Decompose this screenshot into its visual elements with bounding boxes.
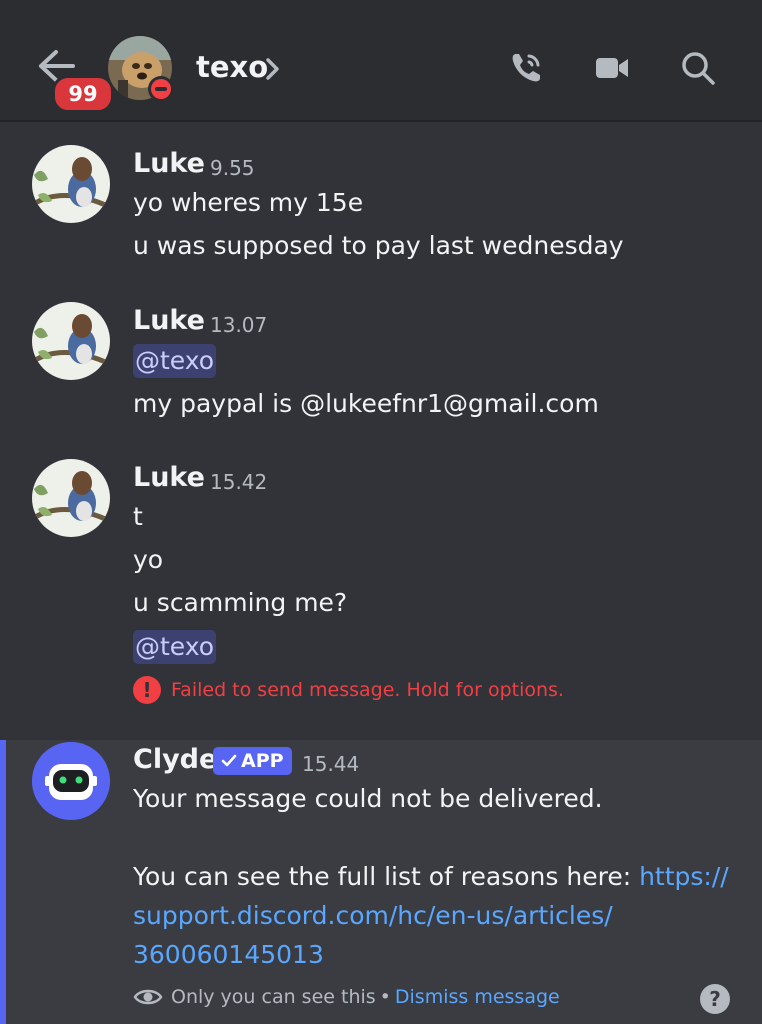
- dnd-status-icon: [148, 76, 174, 102]
- chat-header: 99 texo: [0, 0, 762, 122]
- ephemeral-notice: Only you can see this • Dismiss message: [133, 986, 560, 1008]
- video-call-icon[interactable]: [594, 50, 630, 86]
- eye-icon: [133, 989, 163, 1005]
- avatar[interactable]: [32, 302, 110, 380]
- message-text: u was supposed to pay last wednesday: [133, 231, 624, 260]
- clyde-ephemeral-message: Clyde APP 15.44 Your message could not b…: [0, 740, 762, 1024]
- avatar[interactable]: [32, 145, 110, 223]
- message-text: Your message could not be delivered.: [133, 784, 603, 813]
- clyde-avatar[interactable]: [32, 742, 110, 820]
- message-text: yo wheres my 15e: [133, 188, 364, 217]
- voice-call-icon[interactable]: [508, 50, 544, 86]
- help-icon[interactable]: ?: [700, 984, 730, 1014]
- timestamp: 15.44: [302, 752, 360, 776]
- author-name[interactable]: Luke: [133, 462, 205, 493]
- checkmark-icon: [221, 754, 237, 767]
- unread-badge: 99: [52, 75, 114, 113]
- app-tag: APP: [213, 747, 292, 775]
- message-text-prefix: You can see the full list of reasons her…: [133, 862, 640, 891]
- message-text: yo: [133, 545, 164, 574]
- message-text: t: [133, 502, 143, 531]
- timestamp: 9.55: [210, 156, 255, 180]
- chevron-right-icon[interactable]: [262, 54, 282, 84]
- author-name[interactable]: Luke: [133, 148, 205, 179]
- support-link[interactable]: https://: [639, 862, 729, 891]
- dismiss-message-link[interactable]: Dismiss message: [395, 986, 560, 1008]
- author-name[interactable]: Luke: [133, 305, 205, 336]
- highlight-bar: [0, 740, 6, 1024]
- error-icon: !: [133, 676, 161, 704]
- app-tag-label: APP: [241, 750, 284, 772]
- user-mention[interactable]: @texo: [133, 630, 217, 664]
- message-text: You can see the full list of reasons her…: [133, 862, 729, 891]
- failed-send-notice[interactable]: ! Failed to send message. Hold for optio…: [133, 676, 564, 704]
- error-text: Failed to send message. Hold for options…: [171, 679, 564, 701]
- avatar[interactable]: [32, 459, 110, 537]
- support-link[interactable]: support.discord.com/hc/en-us/articles/: [133, 901, 613, 930]
- author-name[interactable]: Clyde: [133, 744, 217, 775]
- channel-name[interactable]: texo: [196, 50, 268, 84]
- ephemeral-text: Only you can see this: [171, 986, 376, 1008]
- timestamp: 15.42: [210, 470, 268, 494]
- support-link[interactable]: 360060145013: [133, 940, 324, 969]
- search-icon[interactable]: [680, 50, 716, 86]
- timestamp: 13.07: [210, 313, 268, 337]
- user-mention[interactable]: @texo: [133, 344, 217, 378]
- separator: •: [379, 986, 391, 1008]
- message-text: u scamming me?: [133, 588, 348, 617]
- message-text: my paypal is @lukeefnr1@gmail.com: [133, 389, 599, 418]
